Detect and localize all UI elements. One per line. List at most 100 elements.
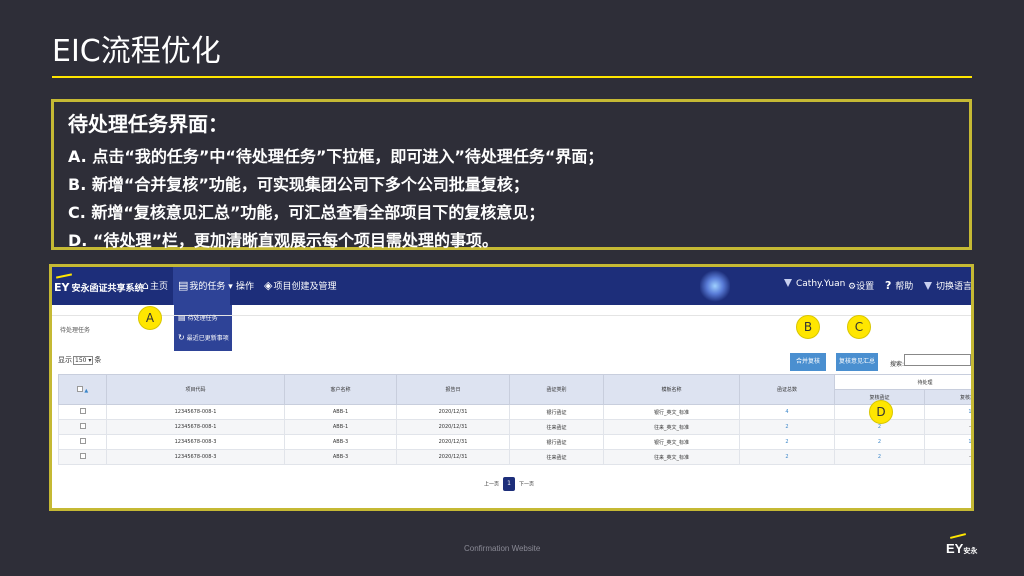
refresh-icon: ↻ [178,333,185,342]
col-total[interactable]: 函证总数 [739,374,835,405]
user-triangle-icon [784,279,792,287]
my-tasks-dropdown: ▤ 待处理任务 ↻ 最近已更新事项 [174,305,232,351]
next-page-link[interactable]: 下一页 [519,482,534,488]
user-name: Cathy.Yuan [796,279,846,289]
description-line-a: A. 点击“我的任务”中“待处理任务”下拉框，即可进入”待处理任务“界面； [68,147,604,166]
cell-total-link[interactable]: 4 [739,404,835,420]
cell-comment-link[interactable]: 1 [923,434,971,450]
nav-projects-label: 项目创建及管理 [273,282,337,292]
col-report-date[interactable]: 报告日 [396,374,510,405]
row-checkbox-cell[interactable] [58,419,107,435]
row-checkbox[interactable] [79,453,86,459]
home-icon: ⌂ [142,279,149,292]
app-name: 安永函证共享系统 [71,284,144,294]
callout-badge-d: D [869,400,893,424]
nav-language-label: 切换语言 [936,282,973,292]
nav-language[interactable]: 切换语言 [924,279,973,292]
decorative-glow [700,269,730,303]
cell-template-name: 往来_英文_标准 [603,419,740,435]
cell-report-date: 2020/12/31 [396,434,510,450]
nav-home[interactable]: ⌂主页 [142,279,168,292]
cell-client-name: ABB-3 [284,434,397,450]
sort-icon: ▲ [84,387,89,394]
cell-project-code: 12345678-008-1 [106,419,285,435]
search-input[interactable] [904,354,971,366]
prev-page-link[interactable]: 上一页 [484,482,499,488]
col-pending-comments[interactable]: 复核意见 [923,389,971,405]
page-size-prefix: 显示 [58,356,72,364]
breadcrumb: 待处理任务 [60,327,91,334]
nav-user[interactable]: Cathy.Yuan [784,279,845,289]
title-divider [52,76,972,78]
cell-total-link[interactable]: 2 [739,449,835,465]
cell-report-date: 2020/12/31 [396,449,510,465]
callout-badge-c: C [847,315,871,339]
cell-confirmation-type: 银行函证 [509,404,604,420]
layers-icon: ◈ [264,279,273,292]
ey-footer-logo-text: EY [946,541,964,556]
col-project-code[interactable]: 项目代码 [106,374,285,405]
top-nav: EY 安永函证共享系统 ⌂主页 ▤我的任务 ▾ 操作 ◈项目创建及管理 Cathy… [52,267,971,305]
cell-comment: - [923,419,971,435]
breadcrumb-divider [52,315,971,316]
cell-project-code: 12345678-008-3 [106,449,285,465]
merge-review-button[interactable]: 合并复核 [790,353,826,371]
chevron-down-icon: ▾ [225,282,233,292]
pending-tasks-table: ▲ 项目代码 客户名称 报告日 函证类别 模板名称 函证总数 待处理 复核函证 … [58,374,971,465]
nav-operations-label: 操作 [236,282,255,292]
language-triangle-icon [924,282,932,290]
row-checkbox-cell[interactable] [58,434,107,450]
ey-logo-text: EY [54,281,70,294]
description-heading: 待处理任务界面： [68,112,228,136]
description-line-c: C. 新增“复核意见汇总”功能，可汇总查看全部项目下的复核意见； [68,203,545,222]
cell-report-date: 2020/12/31 [396,404,510,420]
nav-home-label: 主页 [149,282,168,292]
cell-total-link[interactable]: 2 [739,419,835,435]
help-icon: ? [885,279,896,292]
nav-settings-label: 设置 [856,282,875,292]
cell-review-link[interactable]: 2 [834,449,925,465]
gear-icon: ⚙ [848,282,857,292]
page-size-control: 显示 150 ▾ 条 [58,355,101,365]
cell-project-code: 12345678-008-1 [106,404,285,420]
nav-help[interactable]: ? 帮助 [885,279,913,292]
dropdown-item-pending-label: 待处理任务 [187,315,218,322]
footer-text: Confirmation Website [464,544,541,553]
cell-comment-link[interactable]: 1 [923,404,971,420]
row-checkbox-cell[interactable] [58,404,107,420]
app-logo[interactable]: EY 安永函证共享系统 [54,273,144,294]
slide-title: EIC流程优化 [52,34,221,69]
cell-total-link[interactable]: 2 [739,434,835,450]
callout-badge-b: B [796,315,820,339]
review-summary-button[interactable]: 复核意见汇总 [836,353,878,371]
col-template-name[interactable]: 模板名称 [603,374,740,405]
cell-template-name: 往来_英文_标准 [603,449,740,465]
search-label: 搜索: [890,361,905,368]
cell-client-name: ABB-3 [284,449,397,465]
cell-confirmation-type: 往来函证 [509,449,604,465]
page-size-value: 150 [75,357,87,364]
cell-comment: - [923,449,971,465]
nav-projects[interactable]: ◈项目创建及管理 [264,279,336,292]
select-all-header[interactable]: ▲ [58,374,107,405]
row-checkbox[interactable] [79,408,86,414]
dropdown-item-recent-updates[interactable]: ↻ 最近已更新事项 [178,333,229,342]
page-size-select[interactable]: 150 ▾ [73,356,94,365]
col-confirmation-type[interactable]: 函证类别 [509,374,604,405]
select-all-checkbox[interactable] [76,385,83,392]
cell-report-date: 2020/12/31 [396,419,510,435]
row-checkbox[interactable] [79,423,86,429]
nav-my-tasks[interactable]: ▤我的任务 ▾ [178,279,233,292]
nav-settings[interactable]: ⚙设置 [848,279,874,292]
col-client-name[interactable]: 客户名称 [284,374,397,405]
cell-confirmation-type: 银行函证 [509,434,604,450]
current-page-button[interactable]: 1 [503,477,516,491]
ey-footer-logo-sub: 安永 [963,548,978,555]
description-line-d: D. “待处理”栏，更加清晰直观展示每个项目需处理的事项。 [68,231,498,250]
row-checkbox[interactable] [79,438,86,444]
description-line-b: B. 新增“合并复核”功能，可实现集团公司下多个公司批量复核； [68,175,529,194]
cell-review-link[interactable]: 2 [834,434,925,450]
nav-operations[interactable]: 操作 [236,279,254,292]
cell-client-name: ABB-1 [284,404,397,420]
row-checkbox-cell[interactable] [58,449,107,465]
